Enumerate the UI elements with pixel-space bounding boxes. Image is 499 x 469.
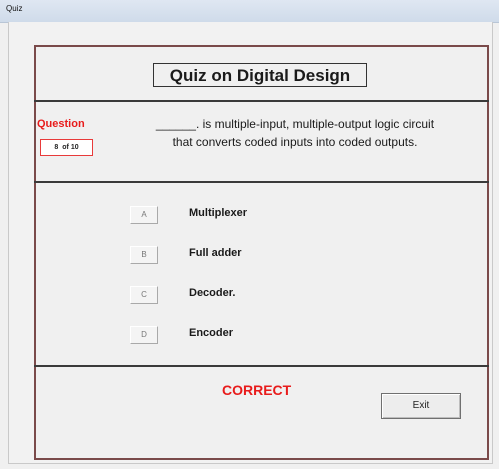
- question-number: 8: [54, 144, 59, 151]
- exit-button[interactable]: Exit: [381, 393, 461, 419]
- question-text-line: ______. is multiple-input, multiple-outp…: [155, 117, 435, 131]
- option-a-button[interactable]: A: [130, 206, 158, 224]
- result-status: CORRECT: [222, 382, 292, 398]
- divider: [34, 100, 489, 102]
- quiz-title: Quiz on Digital Design: [153, 63, 367, 87]
- question-text: ______. is multiple-input, multiple-outp…: [110, 115, 480, 151]
- option-b-button[interactable]: B: [130, 246, 158, 264]
- option-d-label: Encoder: [189, 327, 234, 339]
- option-b-label: Full adder: [189, 247, 242, 259]
- divider: [34, 181, 489, 183]
- question-label: Question: [37, 118, 85, 130]
- window-title-bar[interactable]: Quiz: [0, 0, 499, 23]
- window-title: Quiz: [6, 4, 23, 13]
- question-total: of 10: [62, 144, 79, 151]
- option-c-label: Decoder.: [189, 287, 236, 299]
- option-a-label: Multiplexer: [189, 207, 248, 219]
- question-text-line: that converts coded inputs into coded ou…: [172, 135, 418, 149]
- option-c-button[interactable]: C: [130, 286, 158, 304]
- option-d-button[interactable]: D: [130, 326, 158, 344]
- question-counter: 8 of 10: [40, 139, 93, 156]
- divider: [34, 365, 489, 367]
